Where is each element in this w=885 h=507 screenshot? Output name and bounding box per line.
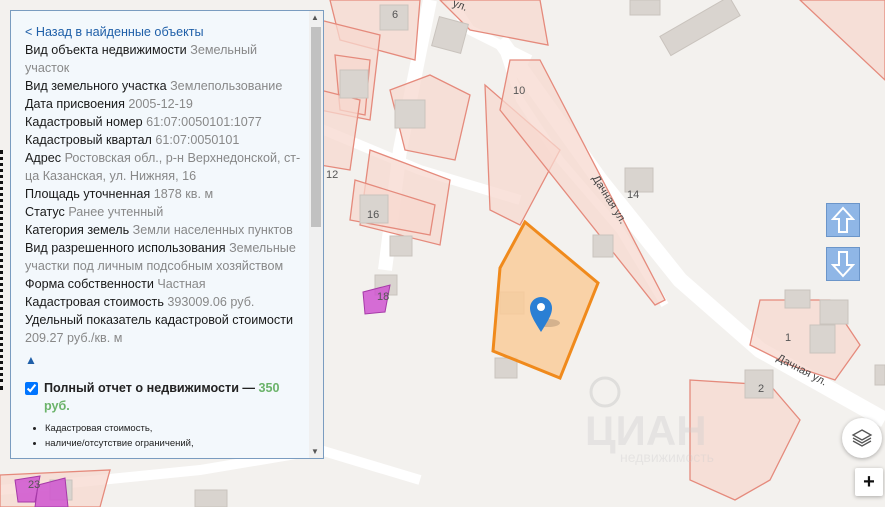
field-row: Форма собственности Частная: [25, 275, 301, 293]
field-row: Дата присвоения 2005-12-19: [25, 95, 301, 113]
field-value: Ростовская обл., р-н Верхнедонской, ст-ц…: [25, 151, 301, 183]
field-label: Вид земельного участка: [25, 79, 167, 93]
field-row: Кадастровый номер 61:07:0050101:1077: [25, 113, 301, 131]
panel-scrollbar[interactable]: ▲ ▼: [309, 11, 323, 458]
object-info-panel: < Назад в найденные объекты Вид объекта …: [10, 10, 324, 459]
field-value: Ранее учтенный: [68, 205, 164, 219]
field-label: Площадь уточненная: [25, 187, 151, 201]
list-item: наличие/отсутствие ограничений,: [45, 436, 301, 451]
house-number-23: 23: [28, 479, 40, 491]
field-label: Форма собственности: [25, 277, 154, 291]
field-label: Категория земель: [25, 223, 130, 237]
field-row: Площадь уточненная 1878 кв. м: [25, 185, 301, 203]
field-value: Землепользование: [170, 79, 283, 93]
field-value: 61:07:0050101: [155, 133, 240, 147]
up-arrow-icon: [831, 206, 855, 233]
field-label: Дата присвоения: [25, 97, 125, 111]
field-label: Статус: [25, 205, 65, 219]
field-label: Кадастровый номер: [25, 115, 143, 129]
full-report-option[interactable]: Полный отчет о недвижимости — 350 руб.: [25, 379, 301, 415]
field-row: Кадастровый квартал 61:07:0050101: [25, 131, 301, 149]
collapse-icon[interactable]: ▲: [25, 351, 301, 369]
field-label: Вид разрешенного использования: [25, 241, 226, 255]
field-row: Вид земельного участка Землепользование: [25, 77, 301, 95]
watermark-subtext: недвижимость: [620, 449, 714, 465]
field-row: Статус Ранее учтенный: [25, 203, 301, 221]
report-contents-list: Кадастровая стоимость, наличие/отсутстви…: [25, 421, 301, 451]
scroll-down-icon[interactable]: ▼: [311, 447, 319, 456]
field-row: Удельный показатель кадастровой стоимост…: [25, 311, 301, 347]
field-value: 61:07:0050101:1077: [146, 115, 262, 129]
field-list: Вид объекта недвижимости Земельный участ…: [25, 41, 301, 347]
full-report-label: Полный отчет о недвижимости —: [44, 381, 256, 395]
next-up-button[interactable]: [826, 203, 860, 237]
field-row: Вид объекта недвижимости Земельный участ…: [25, 41, 301, 77]
field-row: Вид разрешенного использования Земельные…: [25, 239, 301, 275]
next-down-button[interactable]: [826, 247, 860, 281]
field-value: 2005-12-19: [128, 97, 193, 111]
house-number-18: 18: [377, 291, 389, 303]
field-label: Вид объекта недвижимости: [25, 43, 187, 57]
house-number-6: 6: [392, 9, 398, 21]
field-label: Кадастровый квартал: [25, 133, 152, 147]
list-item: Кадастровая стоимость,: [45, 421, 301, 436]
field-label: Адрес: [25, 151, 62, 165]
zoom-in-button[interactable]: +: [855, 468, 883, 496]
layers-button[interactable]: [842, 418, 882, 458]
full-report-checkbox[interactable]: [25, 382, 38, 395]
house-number-1: 1: [785, 332, 791, 344]
scroll-up-icon[interactable]: ▲: [311, 13, 319, 22]
back-to-results-link[interactable]: < Назад в найденные объекты: [25, 23, 301, 41]
field-label: Удельный показатель кадастровой стоимост…: [25, 313, 294, 327]
field-value: Земли населенных пунктов: [132, 223, 293, 237]
field-row: Кадастровая стоимость 393009.06 руб.: [25, 293, 301, 311]
house-number-10: 10: [513, 85, 525, 97]
field-row: Категория земель Земли населенных пункто…: [25, 221, 301, 239]
house-number-12: 12: [326, 169, 338, 181]
house-number-16: 16: [367, 209, 379, 221]
panel-content: < Назад в найденные объекты Вид объекта …: [11, 11, 309, 458]
house-number-14: 14: [627, 189, 639, 201]
field-label: Кадастровая стоимость: [25, 295, 164, 309]
map-edge-marker: [0, 150, 3, 390]
field-value: 393009.06 руб.: [167, 295, 255, 309]
house-number-2: 2: [758, 383, 764, 395]
field-value: 209.27 руб./кв. м: [25, 331, 123, 345]
watermark-text: ЦИАН: [585, 407, 707, 454]
down-arrow-icon: [831, 251, 855, 278]
layers-icon: [851, 429, 873, 447]
field-value: Частная: [157, 277, 206, 291]
field-row: Адрес Ростовская обл., р-н Верхнедонской…: [25, 149, 301, 185]
field-value: 1878 кв. м: [153, 187, 214, 201]
scroll-thumb[interactable]: [311, 27, 321, 227]
